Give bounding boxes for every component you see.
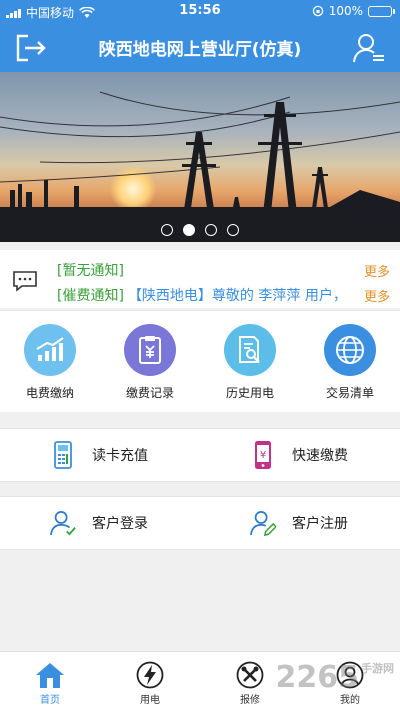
power-tower-image xyxy=(0,91,400,242)
usage-history-button[interactable]: 历史用电 xyxy=(200,311,300,412)
carousel-dot[interactable] xyxy=(205,224,217,236)
customer-register-button[interactable]: 客户注册 xyxy=(200,497,400,549)
quick-action-label: 缴费记录 xyxy=(125,386,174,400)
service-label: 快速缴费 xyxy=(292,448,348,464)
account-label: 客户登录 xyxy=(92,516,148,532)
battery-percent: 100% xyxy=(328,4,363,18)
tab-electricity[interactable]: 用电 xyxy=(100,652,200,711)
battery-icon xyxy=(368,5,395,17)
payment-records-button[interactable]: 缴费记录 xyxy=(100,311,200,412)
phone-pay-icon: ¥ xyxy=(250,441,276,469)
services-row: 读卡充值 ¥ 快速缴费 xyxy=(0,428,400,482)
globe-icon xyxy=(324,324,376,376)
service-label: 读卡充值 xyxy=(92,448,148,464)
page-title: 陕西地电网上营业厅(仿真) xyxy=(98,40,302,60)
user-menu-icon[interactable] xyxy=(352,31,386,65)
more-link[interactable]: 更多 xyxy=(364,261,390,280)
quick-actions: 电费缴纳 缴费记录 历史用电 交易清单 xyxy=(0,310,400,412)
more-link[interactable]: 更多 xyxy=(364,286,390,305)
quick-action-label: 交易清单 xyxy=(325,386,374,400)
notice-tag: [暂无通知] xyxy=(57,263,124,279)
quick-action-label: 历史用电 xyxy=(225,386,274,400)
exit-icon[interactable] xyxy=(14,32,48,64)
notice-item[interactable]: [暂无通知] 更多 xyxy=(57,259,390,281)
carousel-dot[interactable] xyxy=(227,224,239,236)
card-recharge-button[interactable]: 读卡充值 xyxy=(0,429,200,481)
notice-text: 【陕西地电】尊敬的 李萍萍 用户， xyxy=(127,288,347,304)
app-header: 中国移动 15:56 100% 陕西地电网上营业厅(仿真) xyxy=(0,0,400,72)
orientation-lock-icon xyxy=(312,5,323,17)
carousel-dot[interactable] xyxy=(161,224,173,236)
customer-login-button[interactable]: 客户登录 xyxy=(0,497,200,549)
svg-text:¥: ¥ xyxy=(260,450,266,461)
card-reader-icon xyxy=(50,441,76,469)
banner-carousel[interactable] xyxy=(0,72,400,242)
user-login-icon xyxy=(50,510,76,536)
notice-panel: [暂无通知] 更多 [催费通知] 【陕西地电】尊敬的 李萍萍 用户， 更多 xyxy=(0,250,400,308)
pay-electricity-button[interactable]: 电费缴纳 xyxy=(0,311,100,412)
watermark: 2265 手游网 xyxy=(275,660,395,695)
document-search-icon xyxy=(224,324,276,376)
receipt-icon xyxy=(124,324,176,376)
lightning-icon xyxy=(136,661,164,689)
tab-label: 报修 xyxy=(240,695,260,706)
home-icon xyxy=(36,663,64,688)
account-row: 客户登录 客户注册 xyxy=(0,496,400,550)
transaction-list-button[interactable]: 交易清单 xyxy=(300,311,400,412)
carousel-dot-active[interactable] xyxy=(183,224,195,236)
tools-icon xyxy=(236,661,264,689)
notice-item[interactable]: [催费通知] 【陕西地电】尊敬的 李萍萍 用户， 更多 xyxy=(57,284,390,306)
account-label: 客户注册 xyxy=(292,516,348,532)
quick-pay-button[interactable]: ¥ 快速缴费 xyxy=(200,429,400,481)
tab-home[interactable]: 首页 xyxy=(0,652,100,711)
user-register-icon xyxy=(250,510,276,537)
carousel-indicators xyxy=(0,224,400,236)
status-bar: 中国移动 15:56 100% xyxy=(0,0,400,22)
message-icon xyxy=(13,271,37,292)
quick-action-label: 电费缴纳 xyxy=(25,386,74,400)
tab-label: 用电 xyxy=(140,695,160,706)
notice-tag: [催费通知] xyxy=(57,288,124,304)
tab-label: 首页 xyxy=(40,695,60,706)
bar-chart-icon xyxy=(24,324,76,376)
